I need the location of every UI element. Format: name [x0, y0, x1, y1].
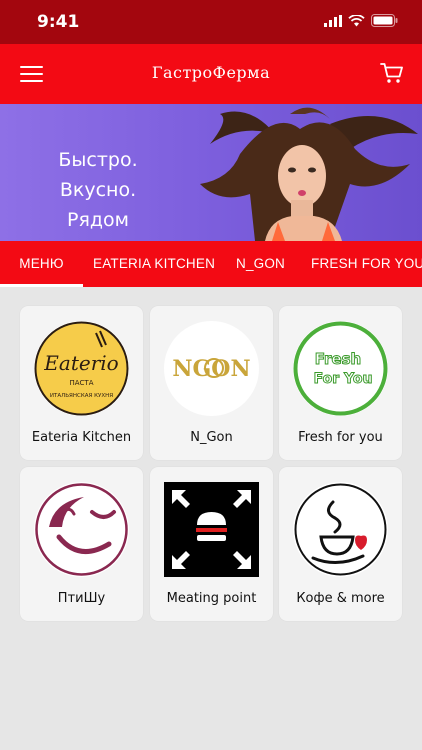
- signal-icon: [324, 14, 342, 27]
- restaurant-card-eateria[interactable]: Eaterio ПАСТА ИТАЛЬЯНСКАЯ КУХНЯ Eateria …: [20, 306, 143, 460]
- restaurant-card-fresh-for-you[interactable]: Fresh For You Fresh for you: [279, 306, 402, 460]
- slogan-line-1: Быстро.: [58, 149, 138, 171]
- wifi-icon: [348, 14, 365, 26]
- fresh-logo-text-1: Fresh: [315, 350, 361, 368]
- slogan-line-2: Вкусно. Рядом: [59, 179, 137, 231]
- eateria-logo-sub1: ПАСТА: [69, 379, 93, 387]
- restaurant-name: Кофе & more: [296, 591, 385, 606]
- restaurant-card-meating-point[interactable]: Meating point: [150, 467, 273, 621]
- eateria-logo-sub2: ИТАЛЬЯНСКАЯ КУХНЯ: [50, 393, 113, 399]
- restaurant-card-ptishu[interactable]: ПтиШу: [20, 467, 143, 621]
- battery-icon: [371, 14, 398, 27]
- tab-n-gon[interactable]: N_GON: [236, 241, 285, 287]
- tab-fresh-for-you[interactable]: FRESH FOR YOU: [311, 241, 422, 287]
- status-icons: [324, 14, 398, 27]
- app-header: ГастроФерма: [0, 44, 422, 104]
- banner-woman-image: [200, 107, 418, 241]
- fresh-logo-text-2: For You: [314, 371, 373, 387]
- restaurant-name: Eateria Kitchen: [31, 430, 132, 445]
- banner-slogan: Быстро. Вкусно. Рядом: [28, 145, 168, 235]
- restaurant-card-ngon[interactable]: NGON N_Gon: [150, 306, 273, 460]
- category-tabs: МЕНЮ EATERIA KITCHEN N_GON FRESH FOR YOU: [0, 241, 422, 287]
- restaurant-name: Fresh for you: [298, 430, 383, 445]
- meating-point-logo: [164, 482, 259, 577]
- tab-eateria-kitchen[interactable]: EATERIA KITCHEN: [93, 241, 215, 287]
- eateria-logo: Eaterio ПАСТА ИТАЛЬЯНСКАЯ КУХНЯ: [34, 321, 129, 416]
- promo-banner[interactable]: Быстро. Вкусно. Рядом: [0, 104, 422, 241]
- coffee-and-more-logo: [293, 482, 388, 577]
- status-bar: 9:41: [0, 0, 422, 44]
- ptishu-logo: [34, 482, 129, 577]
- ngon-logo-text: NGON: [172, 356, 250, 382]
- restaurant-card-coffee-and-more[interactable]: Кофе & more: [279, 467, 402, 621]
- cart-icon[interactable]: [380, 62, 404, 84]
- restaurant-name: Meating point: [166, 591, 257, 606]
- status-time: 9:41: [37, 12, 80, 32]
- restaurant-name: N_Gon: [190, 430, 233, 445]
- brand-title: ГастроФерма: [151, 63, 271, 82]
- ngon-logo: NGON: [164, 321, 259, 416]
- fresh-for-you-logo: Fresh For You: [293, 321, 388, 416]
- restaurant-name: ПтиШу: [57, 591, 106, 606]
- tab-menu[interactable]: МЕНЮ: [0, 241, 83, 287]
- eateria-logo-text: Eaterio: [43, 351, 118, 375]
